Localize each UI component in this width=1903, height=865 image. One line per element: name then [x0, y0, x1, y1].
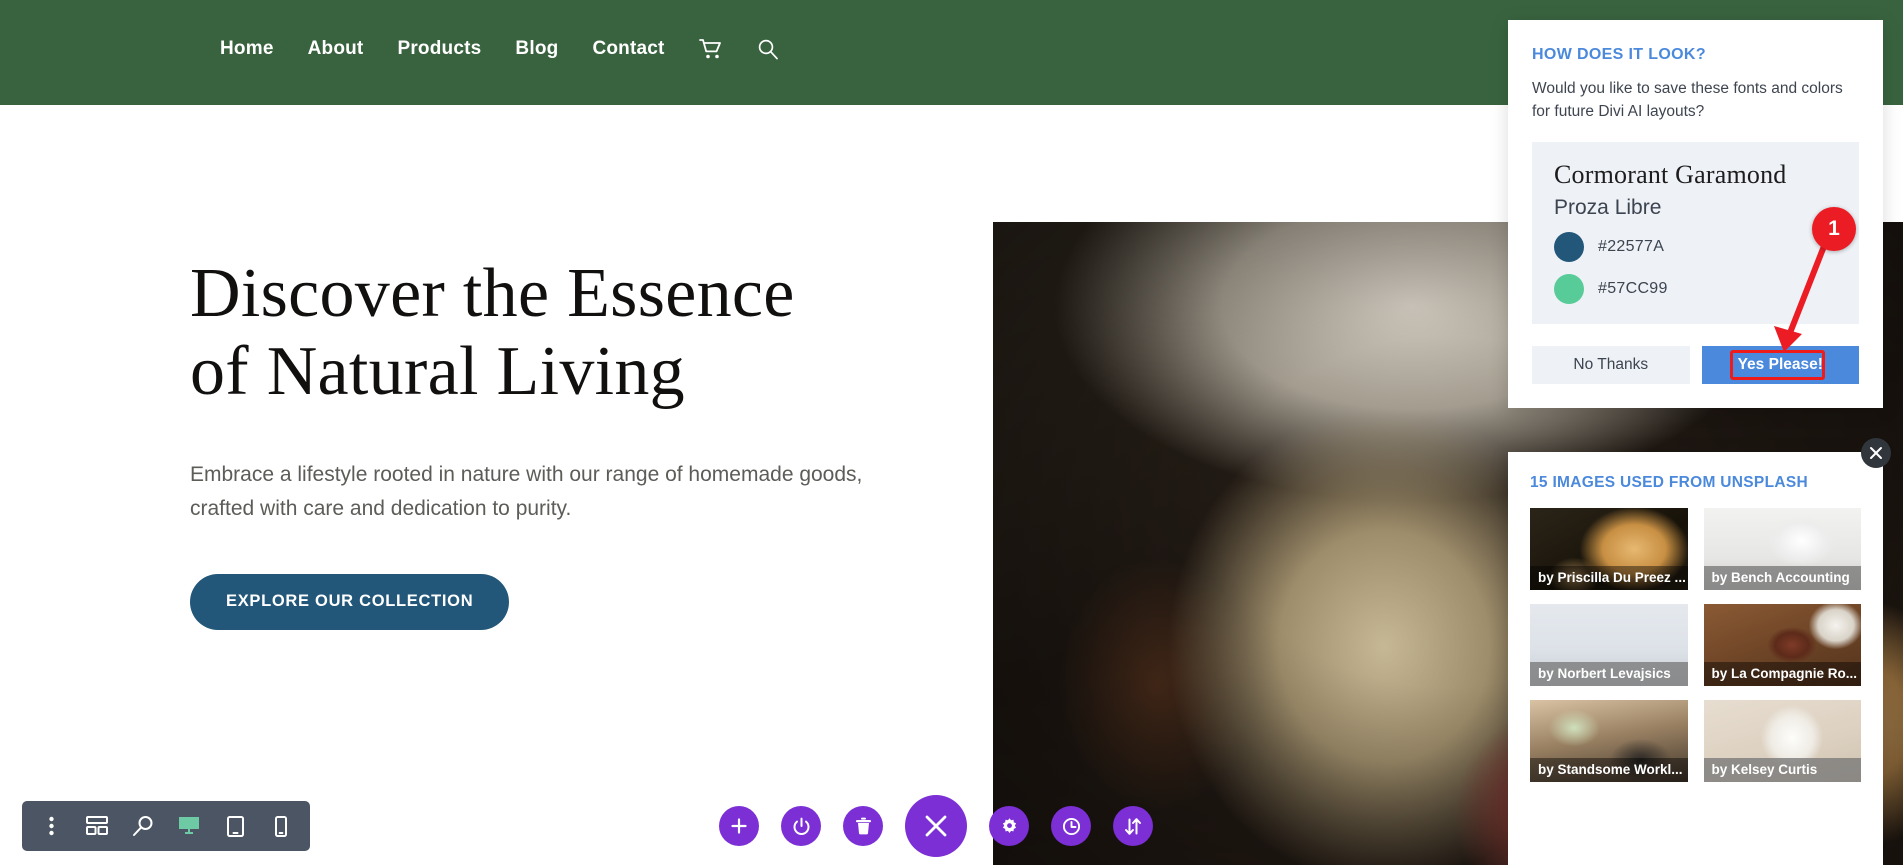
search-icon[interactable] [757, 38, 779, 60]
unsplash-heading: 15 IMAGES USED FROM UNSPLASH [1530, 474, 1808, 491]
hero-title-line-1: Discover the Essence [190, 255, 795, 332]
settings-gear-icon[interactable] [989, 806, 1029, 846]
body-font-sample: Proza Libre [1554, 195, 1662, 219]
desktop-view-icon[interactable] [168, 805, 210, 847]
nav-item-blog[interactable]: Blog [515, 38, 558, 60]
nav-item-about[interactable]: About [308, 38, 364, 60]
list-item[interactable]: by Priscilla Du Preez ... [1530, 508, 1688, 590]
color-hex-primary: #22577A [1598, 237, 1665, 255]
page-root: Home About Products Blog Contact Discove… [0, 0, 1903, 865]
image-credit: by La Compagnie Ro... [1703, 662, 1861, 686]
list-item[interactable]: by Norbert Levajsics [1530, 604, 1688, 686]
add-section-icon[interactable] [719, 806, 759, 846]
yes-please-button[interactable]: Yes Please! [1701, 345, 1859, 384]
color-swatch-row-secondary: #57CC99 [1554, 273, 1837, 304]
image-credit: by Priscilla Du Preez ... [1530, 566, 1688, 590]
style-preview-card: Cormorant Garamond Proza Libre #22577A #… [1532, 141, 1859, 324]
color-swatch-primary [1554, 231, 1584, 262]
list-item[interactable]: by Bench Accounting [1703, 508, 1861, 590]
panel-action-row: No Thanks Yes Please! [1532, 345, 1859, 384]
unsplash-image-grid: by Priscilla Du Preez ... by Bench Accou… [1530, 508, 1861, 782]
image-credit: by Norbert Levajsics [1530, 662, 1688, 686]
builder-main-toolbar [719, 795, 1153, 857]
shopping-cart-icon[interactable] [698, 38, 723, 60]
hero-content: Discover the Essence of Natural Living E… [190, 255, 950, 630]
phone-view-icon[interactable] [260, 805, 302, 847]
more-options-icon[interactable] [30, 805, 72, 847]
list-item[interactable]: by Standsome Workl... [1530, 700, 1688, 782]
heading-font-sample: Cormorant Garamond [1554, 159, 1787, 189]
zoom-out-icon[interactable] [122, 805, 164, 847]
power-toggle-icon[interactable] [781, 806, 821, 846]
color-hex-secondary: #57CC99 [1598, 279, 1668, 297]
yes-please-label: Yes Please! [1737, 355, 1823, 373]
nav-item-contact[interactable]: Contact [592, 38, 664, 60]
list-item[interactable]: by La Compagnie Ro... [1703, 604, 1861, 686]
unsplash-credits-panel: 15 IMAGES USED FROM UNSPLASH by Priscill… [1508, 452, 1883, 865]
explore-collection-button[interactable]: EXPLORE OUR COLLECTION [190, 573, 510, 630]
list-item[interactable]: by Kelsey Curtis [1703, 700, 1861, 782]
color-swatch-row-primary: #22577A [1554, 231, 1837, 262]
close-icon[interactable] [1861, 438, 1891, 468]
trash-icon[interactable] [843, 806, 883, 846]
wireframe-view-icon[interactable] [76, 805, 118, 847]
sort-arrows-icon[interactable] [1113, 806, 1153, 846]
hero-subtitle: Embrace a lifestyle rooted in nature wit… [190, 462, 863, 520]
page-title: Discover the Essence of Natural Living [190, 255, 950, 412]
nav-item-products[interactable]: Products [397, 38, 481, 60]
history-clock-icon[interactable] [1051, 806, 1091, 846]
panel-description: Would you like to save these fonts and c… [1532, 80, 1843, 120]
no-thanks-button[interactable]: No Thanks [1532, 345, 1690, 384]
annotation-step-badge: 1 [1812, 207, 1856, 251]
hero-title-line-2: of Natural Living [190, 333, 685, 411]
tablet-view-icon[interactable] [214, 805, 256, 847]
builder-view-toolbar [22, 801, 310, 851]
panel-heading: HOW DOES IT LOOK? [1532, 46, 1706, 63]
image-credit: by Kelsey Curtis [1703, 758, 1861, 782]
primary-navigation: Home About Products Blog Contact [220, 38, 779, 60]
color-swatch-secondary [1554, 273, 1584, 304]
nav-item-home[interactable]: Home [220, 38, 274, 60]
image-credit: by Standsome Workl... [1530, 758, 1688, 782]
image-credit: by Bench Accounting [1703, 566, 1861, 590]
close-builder-icon[interactable] [905, 795, 967, 857]
